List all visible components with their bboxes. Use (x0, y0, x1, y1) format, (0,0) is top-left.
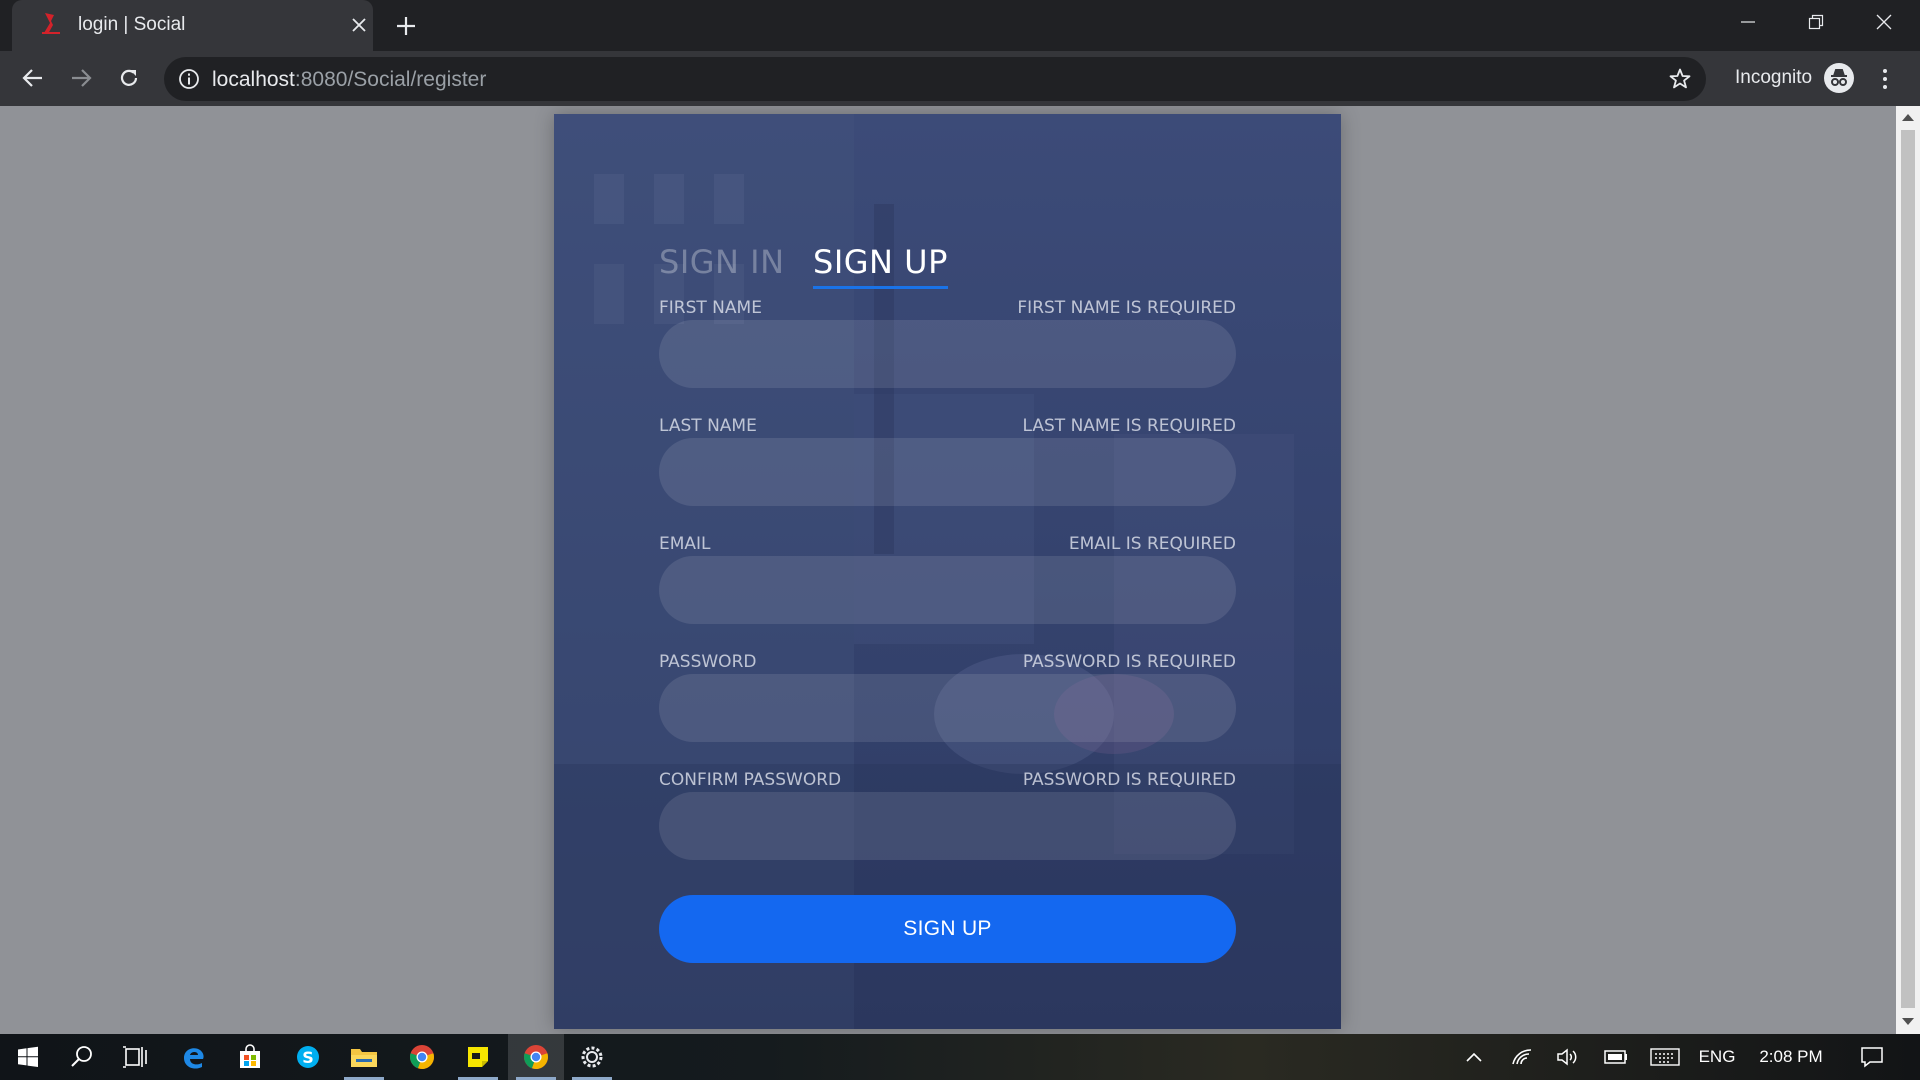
back-arrow-icon[interactable] (16, 61, 50, 95)
last-name-error: LAST NAME IS REQUIRED (1022, 416, 1236, 436)
auth-card: SIGN IN SIGN UP FIRST NAME FIRST NAME IS… (554, 114, 1341, 1029)
password-error: PASSWORD IS REQUIRED (1022, 652, 1236, 672)
site-info-icon[interactable] (178, 68, 200, 90)
last-name-label: LAST NAME (659, 416, 757, 436)
sign-up-button[interactable]: SIGN UP (659, 895, 1236, 963)
forward-arrow-icon[interactable] (64, 61, 98, 95)
url-text[interactable]: localhost:8080/Social/register (212, 68, 486, 92)
reload-icon[interactable] (112, 61, 146, 95)
last-name-field-group: LAST NAME LAST NAME IS REQUIRED (659, 416, 1236, 534)
email-input[interactable] (659, 556, 1236, 624)
first-name-field-group: FIRST NAME FIRST NAME IS REQUIRED (659, 298, 1236, 416)
first-name-label: FIRST NAME (659, 298, 762, 318)
volume-icon[interactable] (1550, 1034, 1586, 1080)
browser-toolbar: localhost:8080/Social/register Incognito (0, 51, 1920, 106)
address-bar[interactable]: localhost:8080/Social/register (164, 57, 1706, 101)
page-scrollbar[interactable] (1896, 106, 1920, 1034)
windows-taskbar: S ENG 2:08 PM (0, 1034, 1920, 1080)
url-host: localhost (212, 68, 295, 91)
sticky-notes-icon[interactable] (450, 1034, 506, 1080)
settings-app-icon[interactable] (564, 1034, 620, 1080)
first-name-error: FIRST NAME IS REQUIRED (1017, 298, 1236, 318)
clock[interactable]: 2:08 PM (1748, 1034, 1834, 1080)
auth-tabs: SIGN IN SIGN UP (659, 242, 1236, 298)
scroll-up-arrow-icon[interactable] (1902, 114, 1914, 121)
battery-icon[interactable] (1598, 1034, 1634, 1080)
confirm-password-error: PASSWORD IS REQUIRED (1022, 770, 1236, 790)
keyboard-icon[interactable] (1644, 1034, 1686, 1080)
password-input[interactable] (659, 674, 1236, 742)
site-favicon-icon (42, 13, 60, 34)
edge-icon[interactable] (166, 1034, 222, 1080)
scroll-down-arrow-icon[interactable] (1902, 1018, 1914, 1025)
minimize-icon[interactable] (1714, 0, 1782, 44)
page-viewport: SIGN IN SIGN UP FIRST NAME FIRST NAME IS… (0, 106, 1896, 1034)
svg-text:S: S (302, 1048, 314, 1067)
store-icon[interactable] (222, 1034, 278, 1080)
show-hidden-icons-chevron-icon[interactable] (1456, 1034, 1492, 1080)
chrome-incognito-icon[interactable] (508, 1034, 564, 1080)
skype-icon[interactable]: S (280, 1034, 336, 1080)
notifications-icon[interactable] (1852, 1034, 1892, 1080)
email-error: EMAIL IS REQUIRED (1068, 534, 1236, 554)
new-tab-icon[interactable] (390, 10, 422, 42)
signup-form: SIGN IN SIGN UP FIRST NAME FIRST NAME IS… (659, 242, 1236, 888)
bookmark-star-icon[interactable] (1668, 67, 1692, 91)
wifi-icon[interactable] (1504, 1034, 1540, 1080)
close-window-icon[interactable] (1850, 0, 1918, 44)
tab-strip: login | Social (0, 0, 1920, 51)
chrome-icon[interactable] (394, 1034, 450, 1080)
confirm-password-input[interactable] (659, 792, 1236, 860)
incognito-icon[interactable] (1824, 63, 1854, 93)
close-tab-icon[interactable] (346, 12, 372, 38)
email-label: EMAIL (659, 534, 711, 554)
file-explorer-icon[interactable] (336, 1034, 392, 1080)
password-label: PASSWORD (659, 652, 757, 672)
incognito-label: Incognito (1735, 67, 1813, 88)
confirm-password-label: CONFIRM PASSWORD (659, 770, 842, 790)
last-name-input[interactable] (659, 438, 1236, 506)
password-field-group: PASSWORD PASSWORD IS REQUIRED (659, 652, 1236, 770)
task-view-icon[interactable] (108, 1034, 164, 1080)
search-icon[interactable] (54, 1034, 110, 1080)
language-indicator[interactable]: ENG (1692, 1034, 1742, 1080)
email-field-group: EMAIL EMAIL IS REQUIRED (659, 534, 1236, 652)
confirm-password-field-group: CONFIRM PASSWORD PASSWORD IS REQUIRED (659, 770, 1236, 888)
tab-title: login | Social (78, 14, 186, 35)
first-name-input[interactable] (659, 320, 1236, 388)
more-menu-icon[interactable] (1872, 64, 1898, 94)
start-icon[interactable] (0, 1034, 56, 1080)
scrollbar-thumb[interactable] (1901, 130, 1915, 1008)
tab-sign-in[interactable]: SIGN IN (659, 242, 785, 282)
url-path: :8080/Social/register (294, 68, 487, 91)
tab-sign-up[interactable]: SIGN UP (813, 242, 948, 289)
restore-icon[interactable] (1782, 0, 1850, 44)
browser-tab[interactable]: login | Social (12, 0, 373, 51)
